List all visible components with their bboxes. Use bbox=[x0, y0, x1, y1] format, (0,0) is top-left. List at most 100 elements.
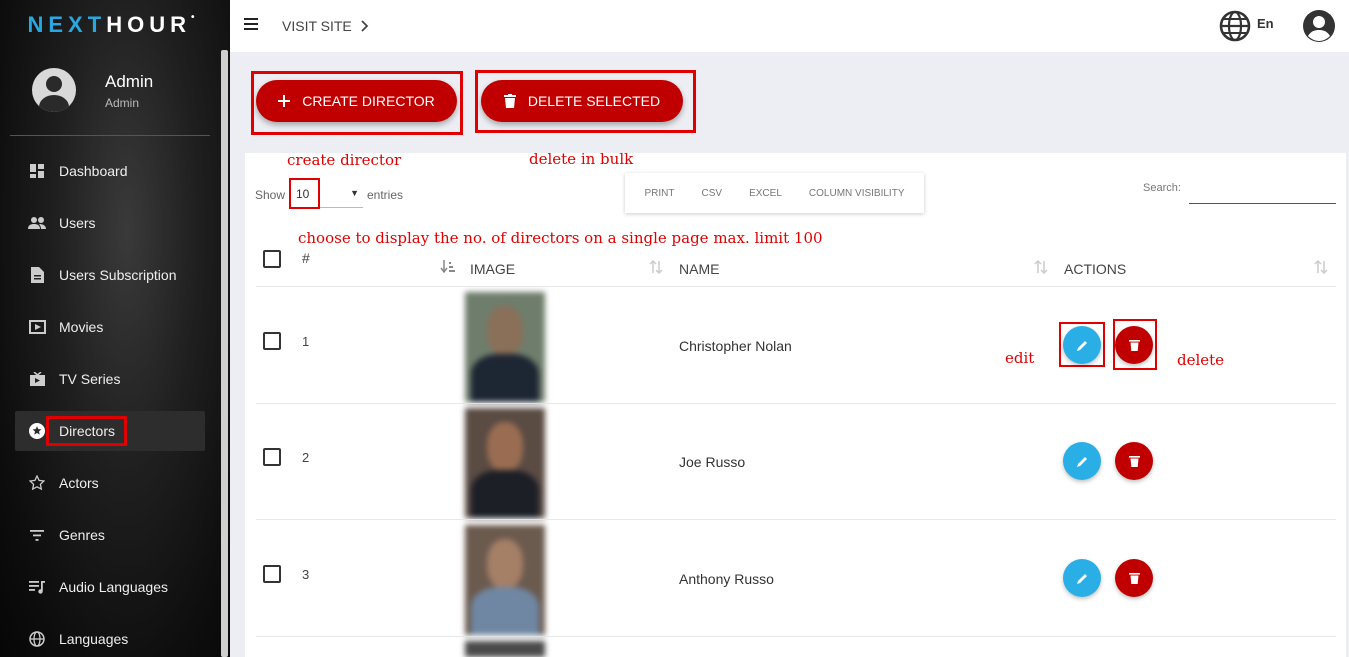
sidebar-item-label: Genres bbox=[59, 527, 105, 543]
visit-site-link[interactable]: VISIT SITE bbox=[282, 18, 370, 34]
search-input[interactable] bbox=[1189, 178, 1336, 204]
sort-icon[interactable] bbox=[1034, 259, 1048, 277]
users-icon bbox=[15, 216, 59, 230]
language-selector[interactable]: En bbox=[1257, 16, 1274, 31]
avatar bbox=[32, 68, 76, 112]
profile-name: Admin bbox=[105, 72, 154, 91]
row-divider bbox=[256, 519, 1336, 520]
row-checkbox[interactable] bbox=[263, 448, 281, 466]
row-checkbox[interactable] bbox=[263, 332, 281, 350]
playlist-icon bbox=[15, 580, 59, 594]
pencil-icon bbox=[1076, 573, 1087, 584]
column-visibility-button[interactable]: COLUMN VISIBILITY bbox=[809, 188, 905, 199]
row-checkbox[interactable] bbox=[263, 565, 281, 583]
director-photo[interactable] bbox=[465, 525, 545, 635]
sidebar-item-users[interactable]: Users bbox=[15, 203, 205, 243]
movie-icon bbox=[15, 320, 59, 334]
annotation-create: create director bbox=[287, 151, 402, 169]
column-header-name[interactable]: NAME bbox=[679, 261, 719, 277]
chevron-right-icon bbox=[361, 20, 368, 32]
sidebar-item-genres[interactable]: Genres bbox=[15, 515, 205, 555]
sidebar-item-label: Audio Languages bbox=[59, 579, 168, 595]
trash-icon bbox=[1128, 456, 1140, 467]
trash-icon bbox=[1128, 340, 1140, 351]
row-number: 2 bbox=[302, 450, 310, 465]
delete-button[interactable] bbox=[1115, 326, 1153, 364]
column-header-number[interactable]: # bbox=[302, 250, 310, 266]
sidebar-item-label: Dashboard bbox=[59, 163, 128, 179]
delete-button[interactable] bbox=[1115, 559, 1153, 597]
pencil-icon bbox=[1076, 456, 1087, 467]
document-icon bbox=[15, 267, 59, 283]
show-label: Show bbox=[255, 188, 286, 202]
globe-icon bbox=[15, 631, 59, 647]
sidebar-scrollbar[interactable] bbox=[221, 50, 228, 657]
sidebar-item-actors[interactable]: Actors bbox=[15, 463, 205, 503]
sidebar-item-directors[interactable]: Directors bbox=[15, 411, 205, 451]
trash-icon bbox=[503, 94, 516, 108]
sidebar-item-users-subscription[interactable]: Users Subscription bbox=[15, 255, 205, 295]
language-globe-icon[interactable] bbox=[1218, 9, 1252, 48]
sort-icon[interactable] bbox=[1314, 259, 1328, 277]
create-director-button[interactable]: CREATE DIRECTOR bbox=[256, 80, 457, 122]
profile-role: Admin bbox=[105, 96, 140, 110]
sidebar-item-label: Users Subscription bbox=[59, 267, 177, 283]
director-name: Joe Russo bbox=[679, 454, 746, 470]
column-header-image[interactable]: IMAGE bbox=[470, 261, 515, 277]
annotation-bulk-delete: delete in bulk bbox=[529, 150, 634, 168]
row-divider bbox=[256, 636, 1336, 637]
sidebar-item-label: Directors bbox=[45, 416, 128, 446]
brand-part-next: NEXT bbox=[27, 12, 107, 37]
print-button[interactable]: PRINT bbox=[645, 188, 675, 199]
sidebar-item-label: Users bbox=[59, 215, 96, 231]
entries-value: 10 bbox=[289, 178, 320, 209]
delete-selected-button[interactable]: DELETE SELECTED bbox=[481, 80, 683, 122]
dropdown-caret-icon: ▼ bbox=[350, 188, 359, 198]
sidebar-item-label: TV Series bbox=[59, 371, 121, 387]
delete-selected-label: DELETE SELECTED bbox=[527, 93, 661, 109]
search-label: Search: bbox=[1143, 182, 1181, 194]
edit-button[interactable] bbox=[1063, 559, 1101, 597]
annotation-entries: choose to display the no. of directors o… bbox=[298, 229, 823, 247]
row-divider bbox=[256, 403, 1336, 404]
sidebar-item-label: Movies bbox=[59, 319, 104, 335]
director-photo[interactable] bbox=[465, 292, 545, 402]
sidebar-item-label: Languages bbox=[59, 631, 129, 647]
create-director-label: CREATE DIRECTOR bbox=[302, 93, 435, 109]
edit-button[interactable] bbox=[1063, 326, 1101, 364]
director-name: Christopher Nolan bbox=[679, 338, 792, 354]
sidebar-item-audio-languages[interactable]: Audio Languages bbox=[15, 567, 205, 607]
annotation-delete: delete bbox=[1177, 351, 1225, 369]
sidebar-item-languages[interactable]: Languages bbox=[15, 619, 205, 657]
sidebar: NEXTHOUR• Admin Admin Dashboard Users Us… bbox=[0, 0, 230, 657]
trash-icon bbox=[1128, 573, 1140, 584]
hamburger-menu-icon[interactable] bbox=[244, 18, 258, 33]
row-number: 1 bbox=[302, 334, 310, 349]
dashboard-icon bbox=[15, 163, 59, 179]
annotation-edit: edit bbox=[1005, 349, 1035, 367]
csv-button[interactable]: CSV bbox=[702, 188, 723, 199]
account-icon[interactable] bbox=[1302, 9, 1336, 48]
edit-button[interactable] bbox=[1063, 442, 1101, 480]
sidebar-item-movies[interactable]: Movies bbox=[15, 307, 205, 347]
brand-logo[interactable]: NEXTHOUR• bbox=[0, 12, 222, 38]
sidebar-item-dashboard[interactable]: Dashboard bbox=[15, 151, 205, 191]
top-bar: VISIT SITE En bbox=[230, 0, 1349, 52]
delete-button[interactable] bbox=[1115, 442, 1153, 480]
director-photo[interactable] bbox=[465, 408, 545, 518]
column-header-actions[interactable]: ACTIONS bbox=[1064, 261, 1126, 277]
entries-per-page-select[interactable]: 10 ▼ bbox=[289, 178, 363, 209]
sort-icon[interactable] bbox=[649, 259, 663, 277]
select-all-checkbox[interactable] bbox=[263, 250, 281, 268]
sidebar-divider bbox=[10, 135, 210, 136]
admin-profile[interactable]: Admin Admin bbox=[32, 68, 212, 112]
export-buttons: PRINT CSV EXCEL COLUMN VISIBILITY bbox=[625, 173, 924, 213]
star-outline-icon bbox=[15, 475, 59, 491]
excel-button[interactable]: EXCEL bbox=[749, 188, 782, 199]
sidebar-item-tv-series[interactable]: TV Series bbox=[15, 359, 205, 399]
sort-asc-icon[interactable] bbox=[440, 260, 456, 277]
pencil-icon bbox=[1076, 340, 1087, 351]
director-photo[interactable] bbox=[465, 641, 545, 657]
sidebar-item-label: Actors bbox=[59, 475, 99, 491]
row-divider bbox=[256, 286, 1336, 287]
